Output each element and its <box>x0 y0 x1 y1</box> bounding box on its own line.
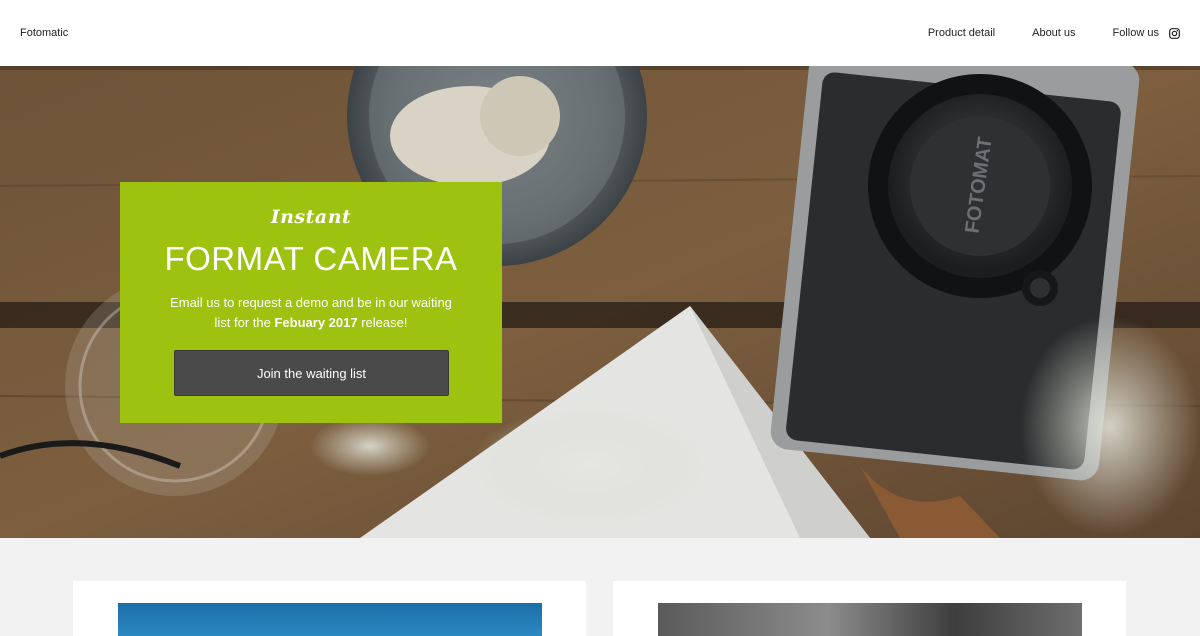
promo-box: Instant FORMAT CAMERA Email us to reques… <box>120 182 502 423</box>
site-header: Fotomatic Product detail About us Follow… <box>0 0 1200 66</box>
promo-description: Email us to request a demo and be in our… <box>170 293 452 333</box>
feature-card-2-image <box>658 603 1082 636</box>
feature-card-1 <box>73 581 586 636</box>
hero-section: FOTOMAT Instant FORMAT CAMERA Email us t… <box>0 66 1200 538</box>
promo-tagline: Instant <box>270 206 352 228</box>
follow-us: Follow us <box>1113 27 1180 39</box>
nav-follow-us[interactable]: Follow us <box>1113 27 1159 39</box>
feature-card-2 <box>613 581 1126 636</box>
join-waiting-list-button[interactable]: Join the waiting list <box>174 350 449 396</box>
main-nav: Product detail About us Follow us <box>928 27 1180 39</box>
nav-about-us[interactable]: About us <box>1032 27 1075 39</box>
promo-title: FORMAT CAMERA <box>164 240 458 277</box>
feature-card-1-image <box>118 603 542 636</box>
promo-release-date: Febuary 2017 <box>274 315 358 330</box>
brand-logo-link[interactable]: Fotomatic <box>20 27 68 39</box>
nav-product-detail[interactable]: Product detail <box>928 27 995 39</box>
instagram-icon[interactable] <box>1169 27 1180 39</box>
promo-description-suffix: release! <box>357 315 408 330</box>
